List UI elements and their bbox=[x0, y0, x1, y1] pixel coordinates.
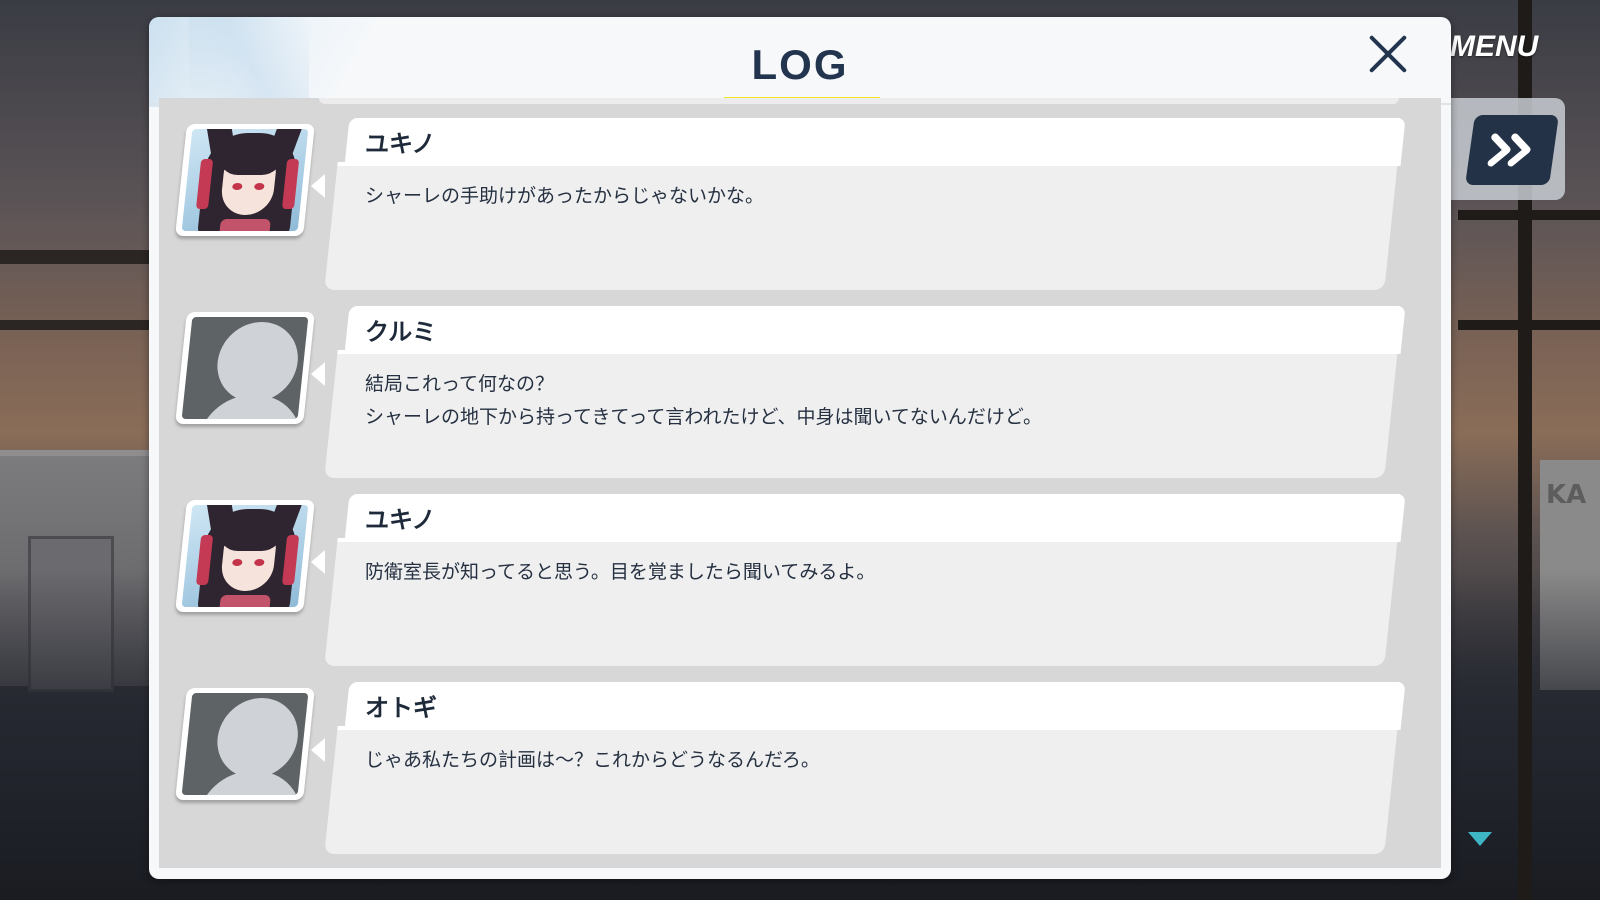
speaker-name: ユキノ bbox=[365, 130, 436, 158]
triangle-down-icon[interactable] bbox=[1468, 832, 1492, 846]
speech-bubble: ユキノ 防衛室長が知ってると思う。目を覚ましたら聞いてみるよ。 bbox=[311, 494, 1406, 666]
previous-entry-edge bbox=[319, 98, 1399, 104]
fast-forward-icon bbox=[1487, 133, 1531, 167]
dialogue-text: シャーレの手助けがあったからじゃないかな。 bbox=[365, 185, 765, 207]
speaker-name: ユキノ bbox=[365, 506, 436, 534]
speech-bubble: ユキノ シャーレの手助けがあったからじゃないかな。 bbox=[311, 118, 1406, 290]
log-dialog: LOG ユキノ シャーレの手助けがあったからじゃないかな。 クルミ 結局これって… bbox=[149, 17, 1451, 879]
skip-button[interactable] bbox=[1465, 115, 1559, 185]
page-title: LOG bbox=[751, 41, 849, 88]
log-entry: オトギ じゃあ私たちの計画は～？これからどうなるんだろ。 bbox=[159, 682, 1441, 862]
avatar bbox=[175, 124, 315, 236]
speaker-name: オトギ bbox=[365, 694, 437, 722]
speech-bubble: クルミ 結局これって何なの？ シャーレの地下から持ってきてって言われたけど、中身… bbox=[311, 306, 1406, 478]
speech-bubble: オトギ じゃあ私たちの計画は～？これからどうなるんだろ。 bbox=[311, 682, 1406, 854]
avatar bbox=[175, 688, 315, 800]
close-button[interactable] bbox=[1366, 31, 1410, 75]
menu-button[interactable]: MENU bbox=[1450, 30, 1590, 74]
fence-rail bbox=[0, 320, 150, 330]
log-list[interactable]: ユキノ シャーレの手助けがあったからじゃないかな。 クルミ 結局これって何なの？… bbox=[159, 98, 1441, 868]
log-entry: クルミ 結局これって何なの？ シャーレの地下から持ってきてって言われたけど、中身… bbox=[159, 306, 1441, 486]
dialogue-text: じゃあ私たちの計画は～？これからどうなるんだろ。 bbox=[365, 749, 820, 771]
avatar bbox=[175, 312, 315, 424]
log-entry: ユキノ 防衛室長が知ってると思う。目を覚ましたら聞いてみるよ。 bbox=[159, 494, 1441, 674]
log-entry: ユキノ シャーレの手助けがあったからじゃないかな。 bbox=[159, 118, 1441, 298]
avatar bbox=[175, 500, 315, 612]
fence-rail bbox=[0, 250, 150, 264]
dialogue-text: 防衛室長が知ってると思う。目を覚ましたら聞いてみるよ。 bbox=[365, 561, 876, 583]
speaker-name: クルミ bbox=[365, 318, 437, 346]
dialogue-text: 結局これって何なの？ シャーレの地下から持ってきてって言われたけど、中身は聞いて… bbox=[365, 373, 1042, 428]
